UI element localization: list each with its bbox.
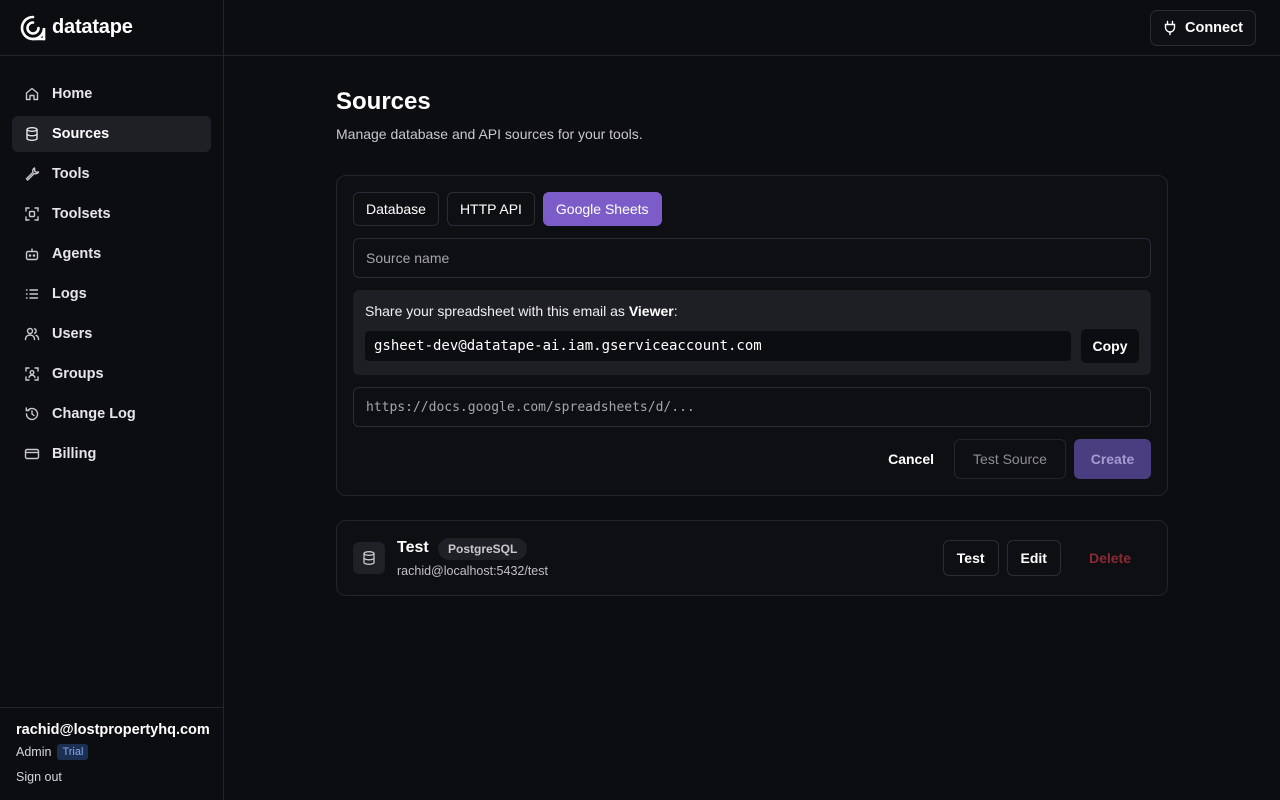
- test-source-button[interactable]: Test Source: [954, 439, 1066, 479]
- cancel-button[interactable]: Cancel: [876, 440, 946, 478]
- sidebar-item-billing[interactable]: Billing: [12, 436, 211, 472]
- create-button[interactable]: Create: [1074, 439, 1151, 479]
- sidebar-item-label: Change Log: [52, 406, 136, 422]
- sidebar-item-label: Home: [52, 86, 93, 102]
- account-panel: rachid@lostpropertyhq.com Admin Trial Si…: [0, 707, 223, 800]
- share-text-suffix: :: [673, 303, 678, 319]
- users-icon: [24, 327, 40, 341]
- source-type-badge: PostgreSQL: [438, 538, 528, 560]
- share-row: gsheet-dev@datatape-ai.iam.gserviceaccou…: [365, 329, 1139, 363]
- sidebar-item-label: Users: [52, 326, 93, 342]
- history-icon: [25, 407, 39, 421]
- service-account-email[interactable]: gsheet-dev@datatape-ai.iam.gserviceaccou…: [365, 331, 1071, 361]
- home-icon: [25, 87, 39, 101]
- connect-button[interactable]: Connect: [1150, 10, 1256, 46]
- brand[interactable]: datatape: [0, 0, 223, 56]
- spreadsheet-url-input[interactable]: [353, 387, 1151, 427]
- connect-label: Connect: [1185, 20, 1243, 36]
- tab-google-sheets[interactable]: Google Sheets: [542, 192, 662, 226]
- list-icon: [25, 289, 39, 299]
- plug-icon: [1164, 20, 1176, 36]
- bot-icon: [25, 248, 39, 261]
- sidebar-item-users[interactable]: Users: [12, 316, 211, 352]
- page-title: Sources: [336, 88, 431, 115]
- sidebar-item-label: Tools: [52, 166, 90, 182]
- sidebar: datatape Home Sources Tools Toolsets Age…: [0, 0, 224, 800]
- source-list-item: Test PostgreSQL rachid@localhost:5432/te…: [336, 520, 1168, 596]
- sidebar-item-label: Billing: [52, 446, 97, 462]
- source-name-input[interactable]: [353, 238, 1151, 278]
- tab-http-api[interactable]: HTTP API: [446, 192, 535, 226]
- page-subtitle: Manage database and API sources for your…: [336, 126, 643, 142]
- share-instructions: Share your spreadsheet with this email a…: [353, 290, 1151, 375]
- share-text: Share your spreadsheet with this email a…: [365, 303, 1139, 319]
- share-text-prefix: Share your spreadsheet with this email a…: [365, 303, 629, 319]
- new-source-form: Database HTTP API Google Sheets Share yo…: [336, 175, 1168, 496]
- test-button[interactable]: Test: [942, 540, 999, 576]
- datatape-logo-icon: [20, 15, 46, 40]
- sidebar-item-agents[interactable]: Agents: [12, 236, 211, 272]
- sidebar-item-home[interactable]: Home: [12, 76, 211, 112]
- sidebar-item-sources[interactable]: Sources: [12, 116, 211, 152]
- wrench-icon: [25, 167, 40, 181]
- edit-button[interactable]: Edit: [1006, 540, 1061, 576]
- sidebar-item-label: Groups: [52, 366, 104, 382]
- form-actions: Cancel Test Source Create: [353, 439, 1151, 479]
- sidebar-item-toolsets[interactable]: Toolsets: [12, 196, 211, 232]
- source-connection: rachid@localhost:5432/test: [397, 564, 548, 578]
- delete-button[interactable]: Delete: [1069, 540, 1151, 576]
- sidebar-item-label: Sources: [52, 126, 110, 142]
- sidebar-item-tools[interactable]: Tools: [12, 156, 211, 192]
- sidebar-item-label: Logs: [52, 286, 87, 302]
- toolset-icon: [25, 207, 39, 221]
- sign-out-link[interactable]: Sign out: [16, 770, 207, 784]
- share-text-role: Viewer: [628, 303, 674, 319]
- sidebar-item-groups[interactable]: Groups: [12, 356, 211, 392]
- user-email: rachid@lostpropertyhq.com: [16, 722, 210, 738]
- user-role: Admin: [16, 745, 52, 759]
- main-content: Sources Manage database and API sources …: [336, 88, 1168, 596]
- top-bar: Connect: [224, 0, 1280, 56]
- sidebar-item-label: Agents: [52, 246, 102, 262]
- brand-name: datatape: [52, 16, 133, 38]
- tab-database[interactable]: Database: [353, 192, 439, 226]
- sidebar-item-logs[interactable]: Logs: [12, 276, 211, 312]
- database-icon: [26, 127, 38, 142]
- role-row: Admin Trial: [16, 744, 207, 760]
- credit-card-icon: [24, 448, 40, 460]
- source-type-tabs: Database HTTP API Google Sheets: [353, 192, 1151, 226]
- source-name: Test: [397, 539, 429, 556]
- sidebar-item-label: Toolsets: [52, 206, 111, 222]
- trial-badge: Trial: [57, 744, 89, 760]
- sidebar-item-change-log[interactable]: Change Log: [12, 396, 211, 432]
- source-actions: Test Edit Delete: [942, 540, 1151, 576]
- group-icon: [25, 367, 39, 381]
- source-database-icon: [353, 542, 385, 574]
- sidebar-nav: Home Sources Tools Toolsets Agents Logs …: [0, 56, 223, 472]
- copy-button[interactable]: Copy: [1081, 329, 1139, 363]
